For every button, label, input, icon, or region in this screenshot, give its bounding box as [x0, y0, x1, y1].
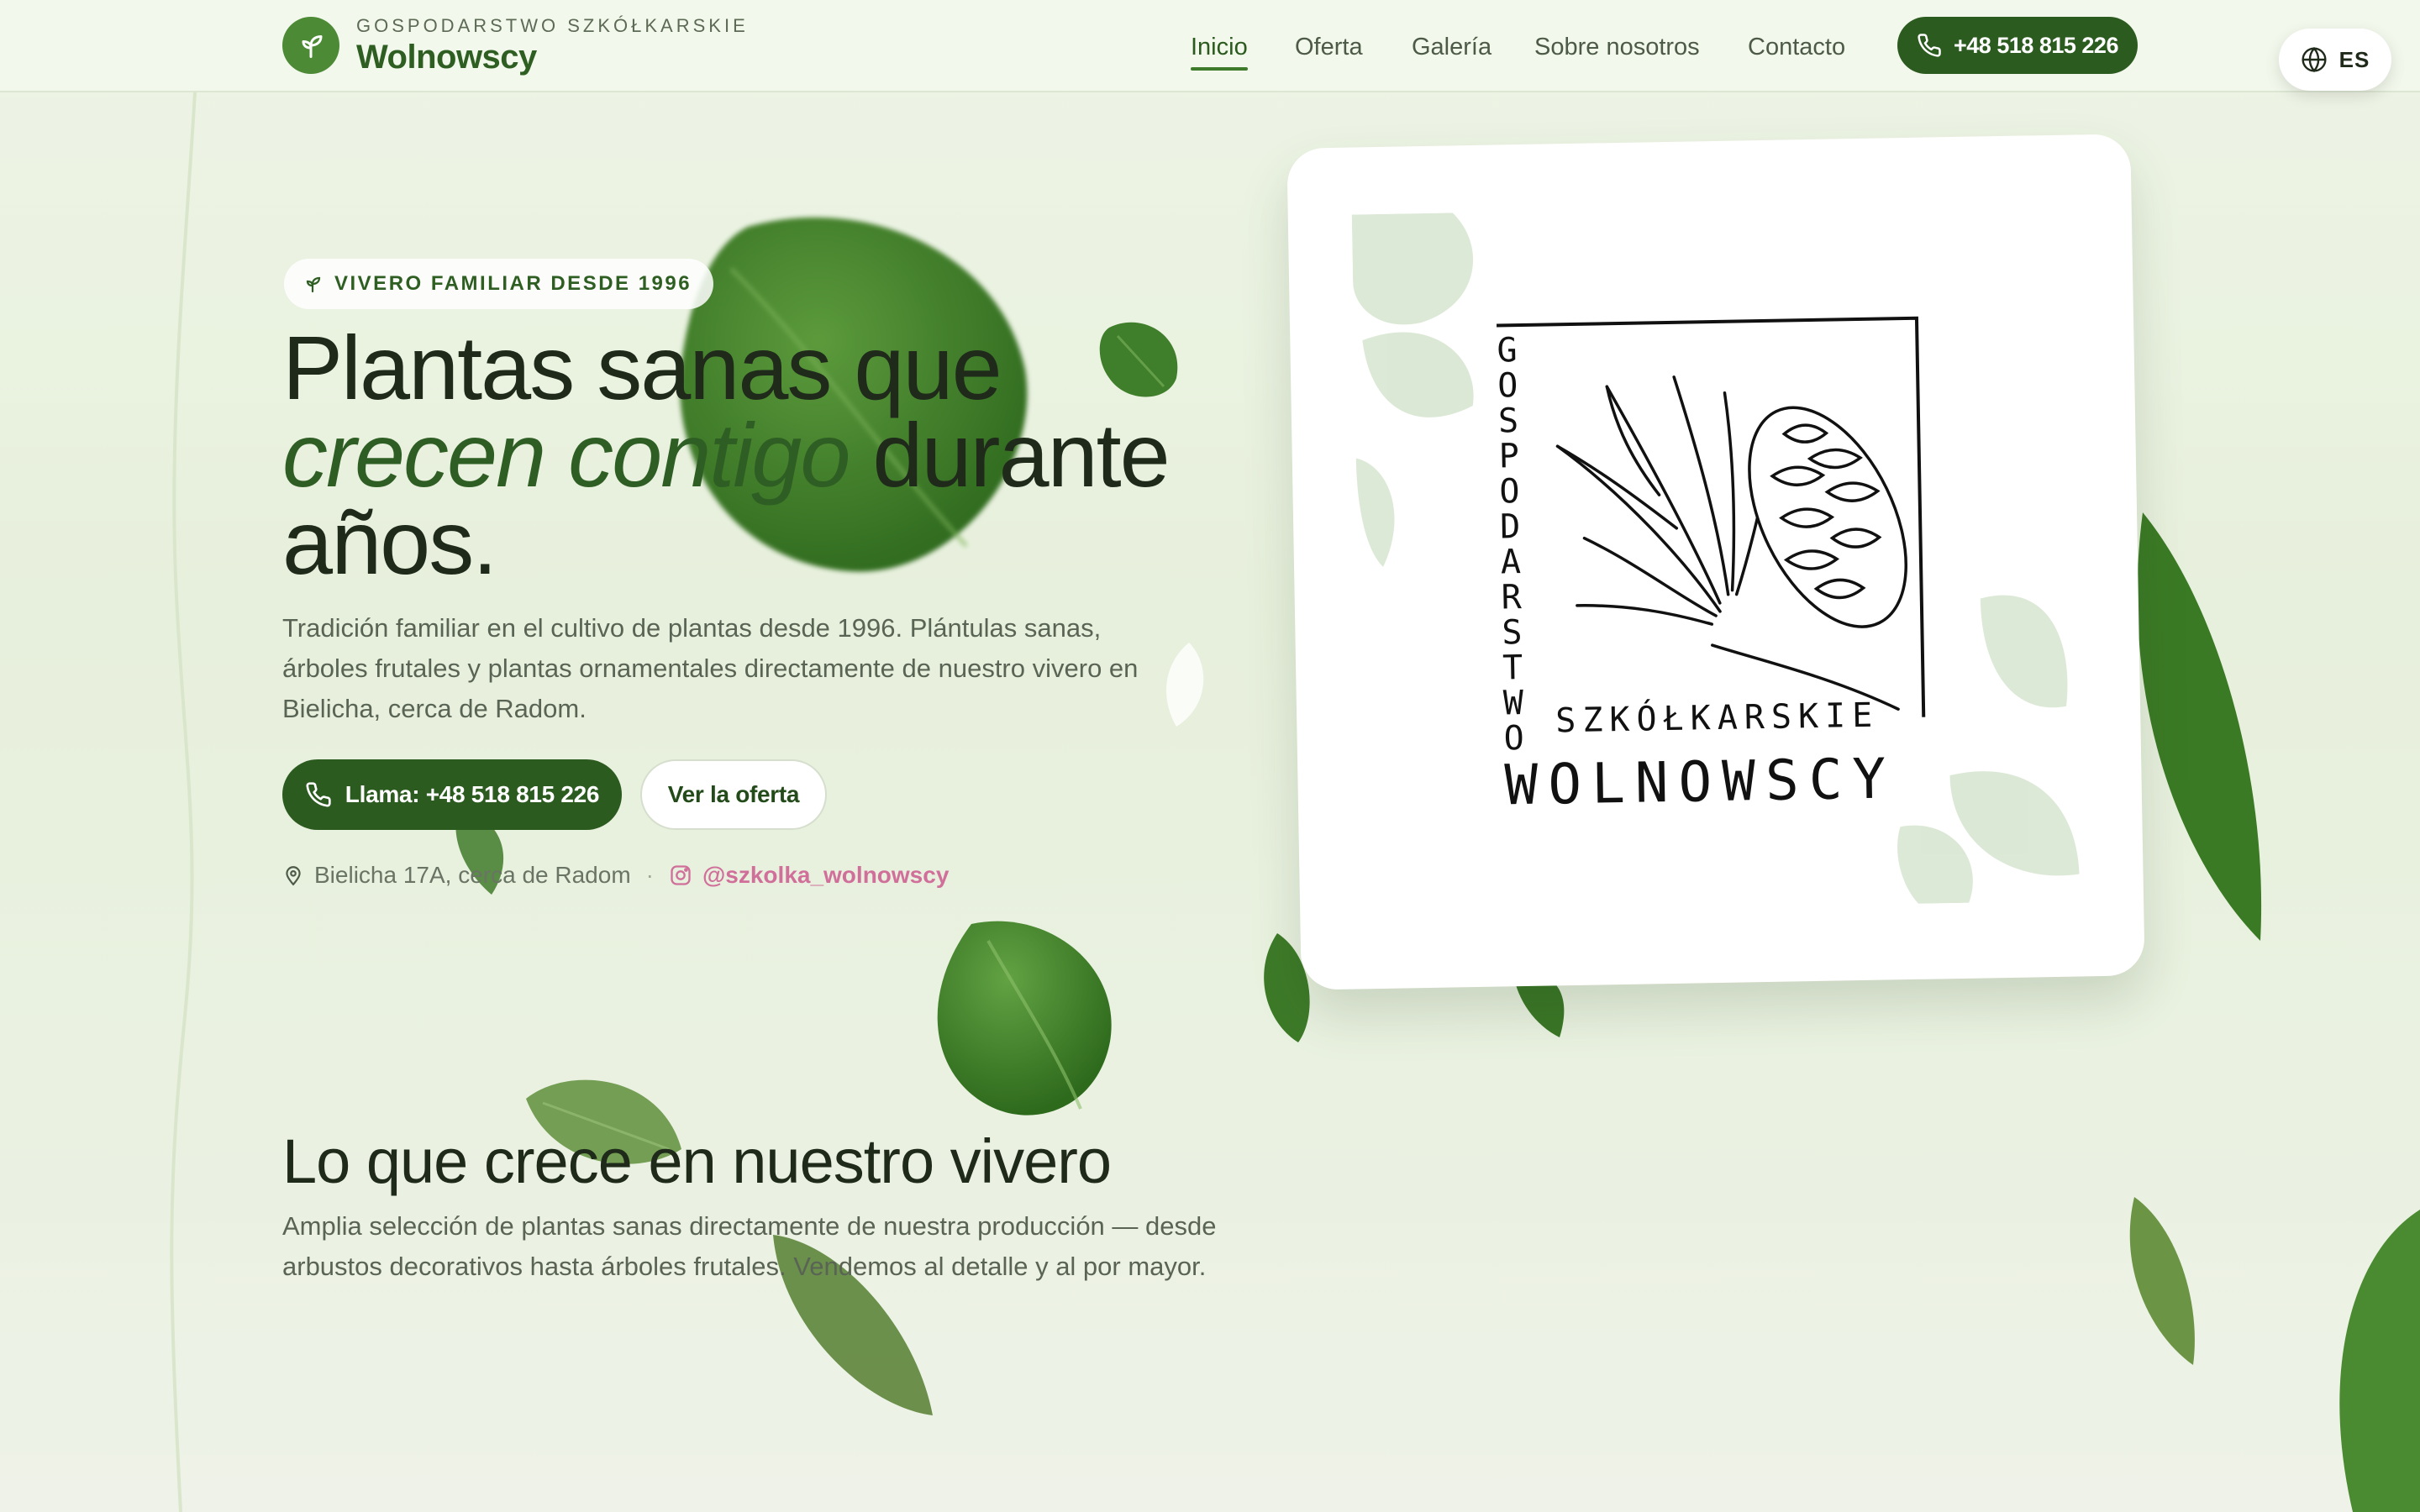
- decorative-leaf: [1166, 643, 1204, 727]
- header-call-button[interactable]: +48 518 815 226: [1897, 17, 2138, 74]
- logo-vertical-letter: O: [1497, 366, 1518, 405]
- instagram-icon: [671, 865, 691, 885]
- section-description: Amplia selección de plantas sanas direct…: [282, 1211, 1217, 1281]
- hero-title-line3: años.: [282, 491, 497, 593]
- meta-separator: ·: [645, 862, 654, 888]
- sprout-icon: [282, 17, 339, 74]
- language-label: ES: [2338, 46, 2370, 72]
- instagram-link[interactable]: @szkolka_wolnowscy: [702, 862, 949, 889]
- heritage-badge-label: VIVERO FAMILIAR DESDE 1996: [334, 272, 692, 295]
- decorative-vine: [170, 92, 197, 1512]
- phone-icon: [306, 782, 331, 807]
- sprout-icon: [306, 276, 321, 293]
- language-switcher[interactable]: ES: [2279, 29, 2391, 91]
- section-title: Lo que crece en nuestro vivero: [282, 1126, 1112, 1196]
- call-now-label: Llama: +48 518 815 226: [345, 781, 600, 807]
- hero-title: Plantas sanas que crecen contigo durante…: [282, 323, 1291, 588]
- logo-line2: WOLNOWSCY: [1504, 746, 1897, 817]
- globe-icon: [2302, 46, 2327, 73]
- logo-vertical-letter: G: [1497, 331, 1518, 370]
- view-offer-button[interactable]: Ver la oferta: [640, 759, 827, 830]
- logo-vertical-letter: S: [1498, 402, 1519, 440]
- logo-vertical-letter: T: [1502, 648, 1523, 687]
- logo-vertical-letter: O: [1499, 472, 1520, 511]
- hero-description: Tradición familiar en el cultivo de plan…: [282, 613, 1139, 723]
- site-header: GOSPODARSTWO SZKÓŁKARSKIE Wolnowscy Inic…: [0, 0, 2420, 92]
- brand-home-link[interactable]: GOSPODARSTWO SZKÓŁKARSKIE Wolnowscy: [282, 17, 749, 74]
- brand-eyebrow: GOSPODARSTWO SZKÓŁKARSKIE: [356, 15, 749, 36]
- address-text: Bielicha 17A, cerca de Radom: [314, 862, 631, 888]
- nav-item-sobre-nosotros[interactable]: Sobre nosotros: [1534, 29, 1700, 66]
- call-now-button[interactable]: Llama: +48 518 815 226: [282, 759, 622, 830]
- logo-vertical-letter: D: [1500, 507, 1521, 546]
- logo-vertical-letter: P: [1498, 437, 1519, 475]
- logo-line1: SZKÓŁKARSKIE: [1555, 695, 1880, 741]
- header-call-label: +48 518 815 226: [1954, 32, 2118, 58]
- heritage-badge: VIVERO FAMILIAR DESDE 1996: [284, 259, 714, 309]
- decorative-leaf: [937, 921, 1112, 1116]
- nursery-logo-image: G O S P O D A R S T W O SZKÓŁKARSKIE WOL…: [1351, 213, 2080, 904]
- nav-item-oferta[interactable]: Oferta: [1295, 29, 1363, 66]
- logo-vertical-letter: W: [1502, 684, 1524, 722]
- brand-name: Wolnowscy: [356, 39, 537, 76]
- hero-title-rest: durante: [849, 404, 1170, 506]
- nav-item-galeria[interactable]: Galería: [1412, 29, 1491, 66]
- hero-title-accent: crecen contigo: [282, 404, 850, 506]
- contact-meta-row: Bielicha 17A, cerca de Radom · @szkolka_…: [282, 858, 949, 892]
- decorative-leaf: [2339, 1210, 2420, 1512]
- logo-vertical-letter: A: [1501, 543, 1522, 581]
- phone-icon: [1918, 34, 1941, 57]
- logo-vertical-letter: S: [1502, 613, 1523, 652]
- logo-card: G O S P O D A R S T W O SZKÓŁKARSKIE WOL…: [1286, 134, 2145, 990]
- map-pin-icon: [286, 866, 301, 886]
- logo-vertical-letter: R: [1501, 578, 1523, 617]
- hero-title-line1: Plantas sanas que: [282, 317, 1002, 418]
- nav-item-contacto[interactable]: Contacto: [1748, 29, 1845, 66]
- nav-item-inicio[interactable]: Inicio: [1191, 29, 1248, 71]
- decorative-leaf: [2129, 1197, 2195, 1365]
